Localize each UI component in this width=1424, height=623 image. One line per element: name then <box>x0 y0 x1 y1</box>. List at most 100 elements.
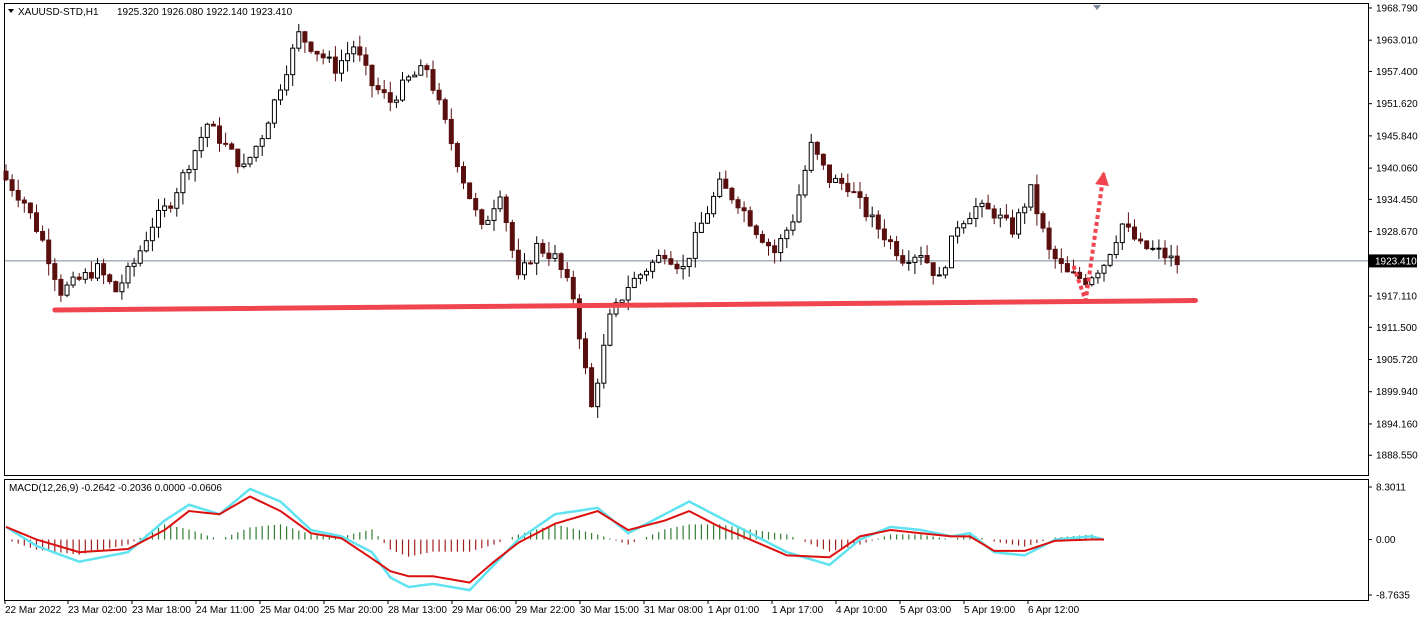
time-tick-label: 30 Mar 15:00 <box>580 605 639 616</box>
candle-body <box>442 99 448 120</box>
candle-body <box>802 169 808 196</box>
candle-body <box>790 221 796 231</box>
candle-body <box>1010 217 1015 235</box>
candle-body <box>888 239 893 243</box>
candle-body <box>515 249 521 276</box>
candle-body <box>961 223 967 229</box>
current-price-label: 1923.410 <box>1375 256 1417 267</box>
candle-body <box>400 79 405 101</box>
candle-body <box>497 196 503 210</box>
candle-body <box>625 287 631 301</box>
candle-body <box>875 214 881 230</box>
candle-body <box>357 46 363 56</box>
candle-body <box>454 143 460 168</box>
time-tick-label: 25 Mar 20:00 <box>324 605 383 616</box>
candle-body <box>15 189 21 201</box>
candle-body <box>467 182 473 200</box>
candle-body <box>863 197 869 218</box>
trading-chart[interactable]: XAUUSD-STD,H1 1925.320 1926.080 1922.140… <box>0 0 1424 623</box>
candle-body <box>979 202 985 208</box>
candle-body <box>827 164 832 183</box>
candle-body <box>149 226 155 242</box>
candle-body <box>186 168 192 174</box>
candle-body <box>711 195 717 215</box>
candle-body <box>784 229 790 240</box>
candle-body <box>113 281 119 293</box>
candle-body <box>1174 255 1180 266</box>
candle-body <box>845 182 851 193</box>
candle-body <box>1119 223 1125 244</box>
candle-body <box>912 256 918 263</box>
candle-body <box>88 272 94 279</box>
time-tick-label: 5 Apr 19:00 <box>964 605 1016 616</box>
time-axis: 22 Mar 2022 23 Mar 02:00 23 Mar 18:00 24 Ma… <box>4 600 1080 616</box>
candle-body <box>1107 254 1113 266</box>
candle-body <box>58 278 64 296</box>
candle-body <box>52 263 58 280</box>
candle-body <box>857 191 863 199</box>
candle-body <box>40 230 46 241</box>
candle-body <box>430 69 436 91</box>
candle-body <box>570 276 576 300</box>
candle-body <box>82 272 88 280</box>
candle-body <box>741 207 747 212</box>
candle-body <box>1113 242 1119 256</box>
candle-body <box>351 46 357 55</box>
candle-body <box>308 41 314 52</box>
candle-body <box>168 205 174 209</box>
price-tick-label: 1899.940 <box>1376 387 1418 398</box>
candle-body <box>180 172 186 194</box>
candle-body <box>1003 214 1009 219</box>
candle-body <box>698 222 704 233</box>
candle-body <box>534 242 540 264</box>
candle-body <box>637 274 643 279</box>
candle-body <box>1138 238 1144 242</box>
candle-body <box>1052 248 1058 260</box>
candle-body <box>930 262 936 277</box>
price-tick-label: 1940.060 <box>1376 164 1418 175</box>
candle-body <box>503 196 509 224</box>
candle-body <box>509 222 515 251</box>
candle-body <box>985 202 991 210</box>
candle-body <box>278 89 283 101</box>
candle-body <box>631 277 637 289</box>
candle-body <box>759 234 765 243</box>
candle-body <box>839 177 845 184</box>
macd-tick-label: 8.3011 <box>1376 483 1406 494</box>
candle-body <box>820 153 826 166</box>
price-tick-label: 1957.400 <box>1376 67 1418 78</box>
candle-body <box>747 210 753 227</box>
candle-body <box>796 194 802 223</box>
candle-body <box>265 122 271 140</box>
candle-body <box>1144 240 1150 250</box>
candle-body <box>1125 223 1131 228</box>
candle-body <box>558 253 564 270</box>
candle-body <box>253 145 259 158</box>
price-tick-label: 1917.110 <box>1376 292 1417 303</box>
time-tick-label: 29 Mar 06:00 <box>452 605 511 616</box>
candle-body <box>644 270 649 276</box>
candle-body <box>210 123 216 127</box>
candle-body <box>1095 272 1101 279</box>
candle-body <box>851 191 857 194</box>
candle-body <box>955 227 961 237</box>
candle-body <box>296 31 302 49</box>
candle-body <box>339 60 344 74</box>
candle-body <box>393 99 399 103</box>
time-tick-label: 5 Apr 03:00 <box>900 605 952 616</box>
candle-body <box>680 265 686 270</box>
candle-body <box>101 263 107 276</box>
candle-body <box>881 228 887 241</box>
candle-body <box>583 338 588 369</box>
candle-body <box>332 56 338 74</box>
macd-panel-frame <box>4 479 1369 601</box>
candle-body <box>34 212 39 232</box>
candle-body <box>217 125 222 144</box>
candle-body <box>204 123 210 138</box>
candle-body <box>375 85 381 91</box>
candle-body <box>595 382 601 408</box>
candle-body <box>668 258 674 265</box>
candle-body <box>107 274 113 283</box>
candle-body <box>1022 206 1028 214</box>
candle-body <box>729 187 735 201</box>
